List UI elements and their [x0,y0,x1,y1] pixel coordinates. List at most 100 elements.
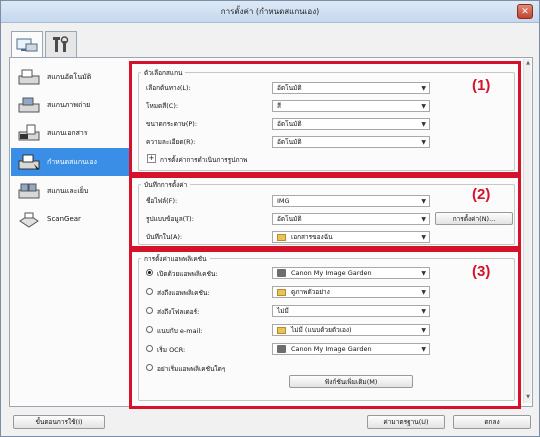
file-name-label: ชื่อไฟล์(F): [146,197,178,205]
section-marker-3: (3) [472,263,491,280]
more-functions-button-label: ฟังก์ชันเพิ่มเติม(M) [324,377,378,386]
send-to-folder-dropdown[interactable]: ไม่มี ▼ [272,305,430,317]
auto-scan-icon [18,69,40,85]
window-title: การตั้งค่า (กำหนดสแกนเอง) [220,7,320,16]
sidebar-item-label: สแกนเอกสาร [47,128,88,137]
chevron-down-icon: ▼ [421,289,426,296]
app-settings-title: การตั้งค่าแอพพลิเคชัน [141,254,210,264]
scan-options-title: ตัวเลือกสแกน [141,68,186,78]
start-ocr-dropdown[interactable]: Canon My Image Garden ▼ [272,343,430,355]
sidebar-item-label: ScanGear [47,215,81,223]
attach-email-label: แนบกับ e-mail: [157,327,203,335]
data-format-label: รูปแบบข้อมูล(T): [146,215,194,223]
select-source-value: อัตโนมัติ [277,84,302,92]
color-mode-value: สี [277,102,281,110]
tab-bar [11,31,77,58]
resolution-label: ความละเอียด(R): [146,138,196,146]
custom-scan-icon [18,154,40,170]
folder-icon [277,288,286,296]
format-settings-button-label: การตั้งค่า(N)... [452,214,496,223]
tab-general-settings[interactable] [45,31,77,57]
sidebar-item-scangear[interactable]: ScanGear [11,206,129,232]
photo-scan-icon [18,97,40,113]
sidebar-item-label: สแกนภาพถ่าย [47,100,91,109]
sidebar-item-label: สแกนและเย็บ [47,186,89,195]
do-not-start-app-radio[interactable] [146,364,153,371]
file-name-dropdown[interactable]: IMG ▼ [272,195,430,207]
camera-icon [277,269,286,277]
chevron-down-icon: ▼ [421,139,426,146]
close-button[interactable]: ✕ [517,4,533,19]
chevron-down-icon: ▼ [421,234,426,241]
tab-scan-from-computer[interactable] [11,31,43,58]
title-bar: การตั้งค่า (กำหนดสแกนเอง) ✕ [1,1,539,23]
instructions-button-label: ขั้นตอนการใช้(I) [35,418,83,426]
sidebar-item-scan-and-stitch[interactable]: สแกนและเย็บ [11,178,129,204]
chevron-down-icon: ▼ [421,327,426,334]
sidebar-item-document-scan[interactable]: สแกนเอกสาร [11,120,129,146]
save-settings-title: บันทึกการตั้งค่า [141,180,191,190]
paper-size-dropdown[interactable]: อัตโนมัติ ▼ [272,118,430,130]
data-format-dropdown[interactable]: อัตโนมัติ ▼ [272,213,430,225]
camera-icon [277,345,286,353]
open-with-app-label: เปิดด้วยแอพพลิเคชัน: [157,270,218,278]
more-functions-button[interactable]: ฟังก์ชันเพิ่มเติม(M) [289,375,413,388]
select-source-dropdown[interactable]: อัตโนมัติ ▼ [272,82,430,94]
send-to-app-radio[interactable] [146,288,153,295]
color-mode-dropdown[interactable]: สี ▼ [272,100,430,112]
scroll-up-icon[interactable]: ▲ [525,60,531,68]
chevron-down-icon: ▼ [421,198,426,205]
file-name-value: IMG [277,197,290,205]
defaults-button-label: ค่ามาตรฐาน(U) [383,418,429,426]
open-with-app-dropdown[interactable]: Canon My Image Garden ▼ [272,267,430,279]
sidebar-item-label: สแกนอัตโนมัติ [47,72,92,81]
ok-button-label: ตกลง [484,418,500,426]
scan-type-sidebar: สแกนอัตโนมัติ สแกนภาพถ่าย สแกนเอกสาร กำห… [11,59,129,403]
sidebar-item-auto-scan[interactable]: สแกนอัตโนมัติ [11,64,129,90]
start-ocr-radio[interactable] [146,345,153,352]
image-processing-expand-button[interactable]: + [147,154,156,163]
attach-email-radio[interactable] [146,326,153,333]
save-in-dropdown[interactable]: เอกสารของฉัน ▼ [272,231,430,243]
settings-window: การตั้งค่า (กำหนดสแกนเอง) ✕ สแกนอัตโนมัต… [0,0,540,437]
close-icon: ✕ [521,6,529,17]
do-not-start-app-label: อย่าเริ่มแอพพลิเคชันใดๆ [157,365,226,373]
send-to-app-dropdown[interactable]: ดูภาพตัวอย่าง ▼ [272,286,430,298]
save-in-value: เอกสารของฉัน [291,233,333,241]
send-to-folder-radio[interactable] [146,307,153,314]
ok-button[interactable]: ตกลง [453,415,531,429]
defaults-button[interactable]: ค่ามาตรฐาน(U) [367,415,445,429]
scangear-icon [19,212,39,228]
chevron-down-icon: ▼ [421,308,426,315]
open-with-app-value: Canon My Image Garden [291,269,372,277]
section-marker-2: (2) [472,186,491,203]
start-ocr-value: Canon My Image Garden [291,345,372,353]
open-with-app-radio[interactable] [146,269,153,276]
attach-email-value: ไม่มี (แนบด้วยตัวเอง) [291,326,352,334]
data-format-value: อัตโนมัติ [277,215,302,223]
send-to-folder-value: ไม่มี [277,307,289,315]
chevron-down-icon: ▼ [421,346,426,353]
vertical-scrollbar[interactable]: ▲ ▼ [523,59,531,403]
color-mode-label: โหมดสี(C): [146,102,179,110]
format-settings-button[interactable]: การตั้งค่า(N)... [435,212,513,225]
resolution-dropdown[interactable]: อัตโนมัติ ▼ [272,136,430,148]
send-to-app-value: ดูภาพตัวอย่าง [291,288,330,296]
sidebar-item-custom-scan[interactable]: กำหนดสแกนเอง [11,148,129,176]
document-scan-icon [18,124,40,141]
chevron-down-icon: ▼ [421,121,426,128]
scroll-down-icon[interactable]: ▼ [525,394,531,402]
section-marker-1: (1) [472,77,491,94]
save-in-label: บันทึกใน(A): [146,233,183,241]
tools-icon [53,35,69,52]
plus-icon: + [148,154,155,162]
sidebar-item-photo-scan[interactable]: สแกนภาพถ่าย [11,92,129,118]
attach-email-dropdown[interactable]: ไม่มี (แนบด้วยตัวเอง) ▼ [272,324,430,336]
chevron-down-icon: ▼ [421,85,426,92]
paper-size-value: อัตโนมัติ [277,120,302,128]
instructions-button[interactable]: ขั้นตอนการใช้(I) [13,415,105,429]
sidebar-item-label: กำหนดสแกนเอง [47,157,97,166]
select-source-label: เลือกต้นทาง(L): [146,84,191,92]
image-processing-label: การตั้งค่าการดำเนินการรูปภาพ [160,156,248,164]
folder-icon [277,233,286,241]
